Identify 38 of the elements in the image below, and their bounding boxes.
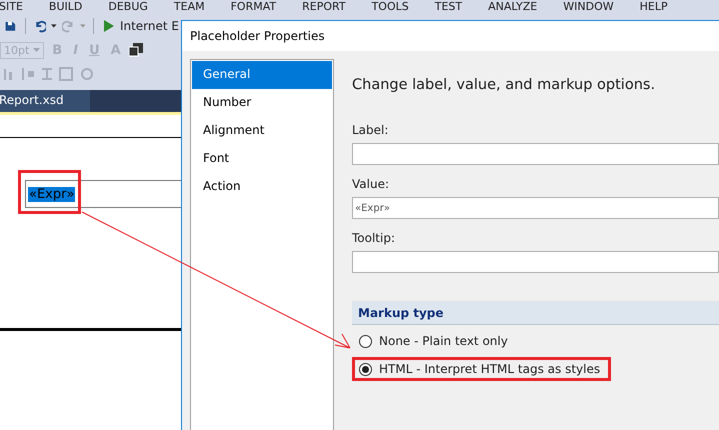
menu-item[interactable]: HELP	[640, 0, 682, 14]
nav-item[interactable]: Font	[192, 145, 332, 173]
menu-item[interactable]: DEBUG	[108, 0, 162, 14]
dropdown-icon	[33, 48, 40, 52]
menu-item[interactable]: TEAM	[174, 0, 219, 14]
menu-item[interactable]: REPORT	[302, 0, 360, 14]
group-title: Markup type	[358, 306, 444, 320]
layers-icon[interactable]	[128, 43, 143, 57]
radio-option[interactable]: HTML - Interpret HTML tags as styles	[355, 362, 600, 376]
menu-item[interactable]: TOOLS	[372, 0, 423, 14]
input-field[interactable]	[352, 143, 719, 165]
radio-button[interactable]	[359, 362, 372, 376]
menu-item[interactable]: WINDOW	[563, 0, 628, 14]
nav-item[interactable]: Action	[192, 173, 332, 201]
menu-item[interactable]: SITE	[0, 0, 37, 14]
menu-item[interactable]: TEST	[434, 0, 476, 14]
nav-item[interactable]: General	[192, 61, 332, 89]
expression-text: «Expr»	[28, 186, 76, 202]
run-button[interactable]: Internet E	[102, 19, 181, 33]
input-field[interactable]: «Expr»	[352, 197, 719, 219]
nav-item[interactable]: Alignment	[192, 117, 332, 145]
menu-item[interactable]: FORMAT	[230, 0, 290, 14]
dialog-title: Placeholder Properties	[190, 29, 325, 43]
nav-item[interactable]: Number	[192, 89, 332, 117]
section-heading: Change label, value, and markup options.	[352, 77, 656, 93]
play-icon	[104, 20, 114, 32]
field-label: Value:	[352, 177, 390, 191]
document-tab[interactable]: Report.xsd	[0, 90, 90, 112]
undo-icon[interactable]	[34, 18, 46, 34]
report-textbox[interactable]: «Expr»	[25, 180, 181, 208]
menu-item[interactable]: ANALYZE	[488, 0, 552, 14]
input-field[interactable]	[352, 251, 719, 273]
radio-option[interactable]: None - Plain text only	[355, 334, 508, 348]
field-label: Label:	[352, 123, 390, 137]
radio-button[interactable]	[359, 334, 372, 348]
menu-item[interactable]: BUILD	[48, 0, 96, 14]
dropdown-icon[interactable]	[51, 24, 57, 28]
field-label: Tooltip:	[352, 231, 396, 245]
